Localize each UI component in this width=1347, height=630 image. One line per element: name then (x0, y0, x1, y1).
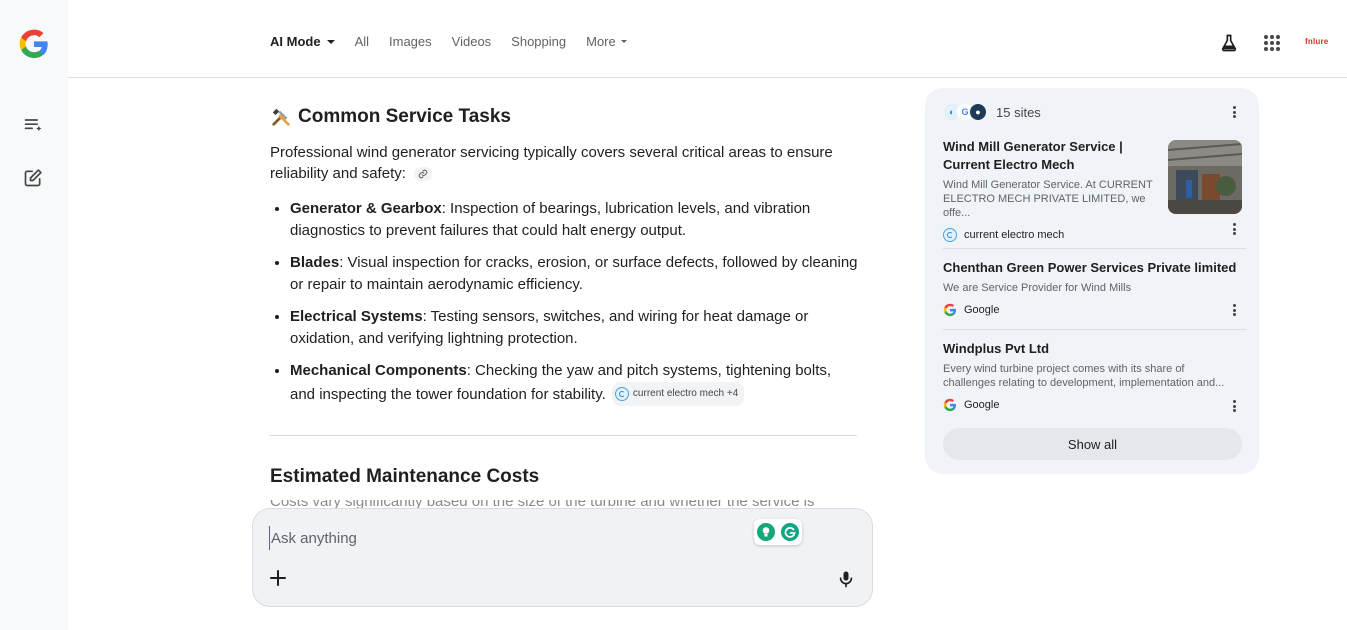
source-card[interactable]: Wind Mill Generator Service | Current El… (943, 138, 1163, 242)
source-card[interactable]: Windplus Pvt Ltd Every wind turbine proj… (943, 340, 1233, 412)
sources-header: ◐ G ● 15 sites (943, 103, 1041, 121)
source-thumbnail[interactable] (1168, 140, 1242, 214)
grammarly-icon[interactable] (781, 523, 799, 541)
service-task-list: Generator & Gearbox: Inspection of beari… (270, 198, 860, 406)
ask-box (252, 508, 873, 607)
intro-text: Professional wind generator servicing ty… (270, 144, 833, 182)
current-electro-mech-icon (943, 228, 957, 242)
source-title[interactable]: Wind Mill Generator Service | Current El… (943, 138, 1163, 174)
tools-icon (272, 108, 290, 126)
tab-videos[interactable]: Videos (452, 34, 492, 49)
task-term: Blades (290, 254, 340, 271)
more-options-icon[interactable] (1227, 303, 1241, 317)
citation-chip-label: current electro mech +4 (632, 388, 739, 399)
ask-input[interactable] (269, 526, 733, 550)
divider (943, 329, 1246, 330)
add-attachment-icon[interactable] (269, 569, 287, 587)
search-tabs: AI Mode All Images Videos Shopping More (270, 34, 647, 49)
show-all-button[interactable]: Show all (943, 428, 1242, 460)
tab-ai-mode[interactable]: AI Mode (270, 34, 335, 49)
more-options-icon[interactable] (1227, 105, 1241, 119)
divider (943, 248, 1246, 249)
intro-paragraph: Professional wind generator servicing ty… (270, 142, 840, 184)
list-item: Electrical Systems: Testing sensors, swi… (290, 306, 860, 350)
partial-text: Costs vary significantly based on the si… (270, 500, 840, 508)
tab-shopping[interactable]: Shopping (511, 34, 566, 49)
grammarly-badges[interactable] (754, 519, 802, 545)
publisher-name: current electro mech (964, 229, 1065, 241)
site-favicon-icon: ● (969, 103, 987, 121)
lightbulb-icon[interactable] (757, 523, 775, 541)
section-divider (270, 435, 857, 436)
source-publisher: current electro mech (943, 228, 1163, 242)
answer-content: Common Service Tasks Professional wind g… (270, 104, 860, 416)
top-bar: AI Mode All Images Videos Shopping More … (68, 0, 1347, 78)
sources-panel: ◐ G ● 15 sites Wind Mill Generator Servi… (925, 88, 1259, 474)
task-term: Electrical Systems (290, 308, 423, 325)
current-electro-mech-icon (614, 387, 629, 401)
task-term: Mechanical Components (290, 362, 467, 379)
microphone-icon[interactable] (836, 569, 856, 589)
source-favicons: ◐ G ● (943, 103, 987, 121)
list-item: Generator & Gearbox: Inspection of beari… (290, 198, 860, 242)
new-chat-icon[interactable] (21, 166, 45, 190)
account-avatar[interactable]: fnlure (1305, 37, 1328, 46)
tab-more[interactable]: More (586, 34, 627, 49)
chevron-down-icon (326, 39, 335, 44)
list-item: Mechanical Components: Checking the yaw … (290, 360, 860, 406)
source-publisher: Google (943, 303, 1243, 317)
list-item: Blades: Visual inspection for cracks, er… (290, 252, 860, 296)
task-term: Generator & Gearbox (290, 200, 442, 217)
publisher-name: Google (964, 399, 1000, 411)
tab-label: All (354, 34, 370, 49)
tab-label: Images (389, 34, 432, 49)
left-rail (0, 0, 68, 630)
task-text: : Visual inspection for cracks, erosion,… (290, 254, 858, 293)
tab-all[interactable]: All (355, 34, 369, 49)
more-options-icon[interactable] (1227, 222, 1241, 236)
apps-grid-icon[interactable] (1261, 32, 1283, 54)
google-icon (943, 398, 956, 412)
source-snippet: Wind Mill Generator Service. At CURRENT … (943, 179, 1153, 219)
google-icon (943, 303, 956, 317)
labs-flask-icon[interactable] (1218, 32, 1240, 54)
source-title[interactable]: Windplus Pvt Ltd (943, 340, 1233, 358)
tab-label: Videos (451, 34, 492, 49)
section-title: Common Service Tasks (298, 106, 511, 127)
source-card[interactable]: Chenthan Green Power Services Private li… (943, 259, 1243, 317)
tab-label: More (586, 34, 616, 49)
source-snippet: We are Service Provider for Wind Mills (943, 282, 1132, 294)
source-snippet: Every wind turbine project comes with it… (943, 363, 1225, 389)
sites-count: 15 sites (996, 104, 1041, 120)
tab-label: Shopping (511, 34, 567, 49)
google-logo-icon[interactable] (18, 28, 50, 60)
link-citation-icon[interactable] (414, 167, 433, 182)
source-title[interactable]: Chenthan Green Power Services Private li… (943, 259, 1243, 277)
history-list-icon[interactable] (21, 113, 45, 137)
chevron-down-icon (620, 40, 627, 43)
publisher-name: Google (964, 304, 1000, 316)
next-section-title: Estimated Maintenance Costs (270, 466, 540, 487)
source-publisher: Google (943, 398, 1233, 412)
more-options-icon[interactable] (1227, 399, 1241, 413)
next-section-partial: Costs vary significantly based on the si… (270, 500, 840, 508)
tab-label: AI Mode (270, 34, 321, 49)
source-citation-chip[interactable]: current electro mech +4 (611, 382, 745, 406)
tab-images[interactable]: Images (389, 34, 432, 49)
